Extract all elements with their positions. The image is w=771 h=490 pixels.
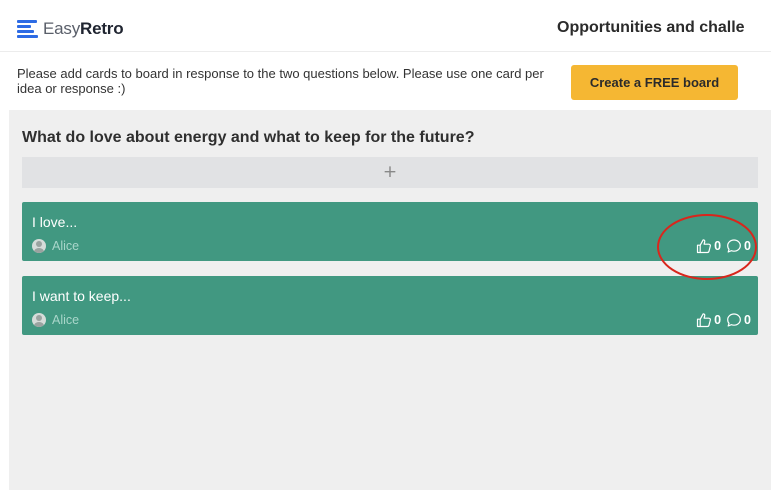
logo-mark-icon — [17, 20, 39, 38]
board-instructions: Please add cards to board in response to… — [17, 66, 544, 96]
vote-button[interactable]: 0 — [696, 238, 724, 254]
easyretro-logo[interactable]: Easy Retro — [17, 18, 124, 40]
thumbs-up-icon — [696, 313, 712, 328]
column-title: What do love about energy and what to ke… — [22, 129, 475, 146]
comment-button[interactable]: 0 — [726, 238, 754, 254]
vote-count: 0 — [714, 239, 722, 253]
vote-count: 0 — [714, 313, 722, 327]
comment-bubble-icon — [727, 239, 741, 253]
avatar-icon — [32, 239, 46, 253]
logo-text-retro: Retro — [80, 19, 124, 38]
author-name: Alice — [52, 313, 80, 327]
create-free-board-button[interactable]: Create a FREE board — [571, 65, 738, 100]
author-name: Alice — [52, 239, 80, 253]
comment-button[interactable]: 0 — [726, 312, 754, 328]
add-card-button[interactable]: + — [22, 157, 758, 188]
card[interactable]: I love... Alice 0 0 — [22, 202, 758, 261]
vote-button[interactable]: 0 — [696, 312, 724, 328]
avatar-icon — [32, 313, 46, 327]
thumbs-up-icon — [696, 239, 712, 254]
logo-text-easy: Easy — [43, 19, 80, 38]
card-actions: 0 0 — [694, 312, 754, 328]
card-text: I love... — [32, 214, 78, 230]
board-title: Opportunities and challe — [557, 19, 745, 36]
board-column: What do love about energy and what to ke… — [9, 110, 771, 490]
comment-count: 0 — [744, 313, 751, 327]
card[interactable]: I want to keep... Alice 0 0 — [22, 276, 758, 335]
card-actions: 0 0 — [694, 238, 754, 254]
comment-count: 0 — [744, 239, 751, 253]
card-text: I want to keep... — [32, 288, 131, 304]
card-author: Alice — [32, 238, 79, 254]
top-bar: Easy Retro Opportunities and challe — [0, 0, 771, 52]
card-author: Alice — [32, 312, 79, 328]
comment-bubble-icon — [727, 313, 741, 327]
